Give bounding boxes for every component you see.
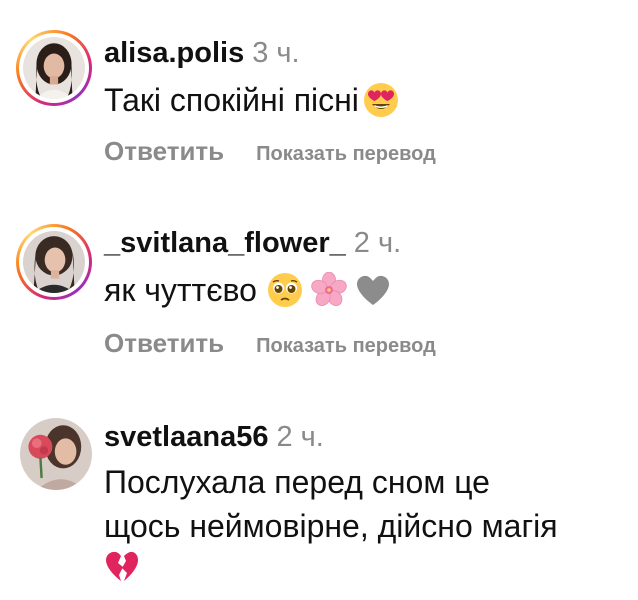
translate-button[interactable]: Показать перевод <box>256 335 436 358</box>
username[interactable]: svetlaana56 <box>104 421 268 453</box>
comment-text-line: щось неймовірне, дійсно магія <box>104 508 558 544</box>
heart-eyes-emoji <box>363 82 399 118</box>
avatar-photo <box>23 231 85 293</box>
comment-text-line: Послухала перед сном це <box>104 464 490 500</box>
timestamp: 3 ч. <box>252 37 300 69</box>
username[interactable]: alisa.polis <box>104 37 244 69</box>
username[interactable]: _svitlana_flower_ <box>104 227 346 259</box>
grey-heart-emoji <box>355 272 391 308</box>
comment-text-emoji <box>104 546 140 586</box>
reply-button[interactable]: Ответить <box>104 136 224 167</box>
comment-text-body: Такі спокійні пісні <box>104 82 359 118</box>
broken-heart-emoji <box>104 548 140 584</box>
avatar[interactable] <box>16 30 92 106</box>
cherry-blossom-emoji <box>311 271 347 308</box>
avatar-photo <box>23 37 85 99</box>
translate-button[interactable]: Показать перевод <box>256 143 436 166</box>
comment-text-body: як чуттєво <box>104 272 257 308</box>
comment-text: Такі спокійні пісні <box>104 80 399 120</box>
comment-text: як чуттєво <box>104 270 391 310</box>
timestamp: 2 ч. <box>353 227 402 259</box>
avatar-photo <box>20 418 92 490</box>
reply-button[interactable]: Ответить <box>104 328 224 359</box>
avatar[interactable] <box>20 418 92 490</box>
pleading-face-emoji <box>267 272 303 308</box>
avatar[interactable] <box>16 224 92 300</box>
timestamp: 2 ч. <box>276 421 324 453</box>
